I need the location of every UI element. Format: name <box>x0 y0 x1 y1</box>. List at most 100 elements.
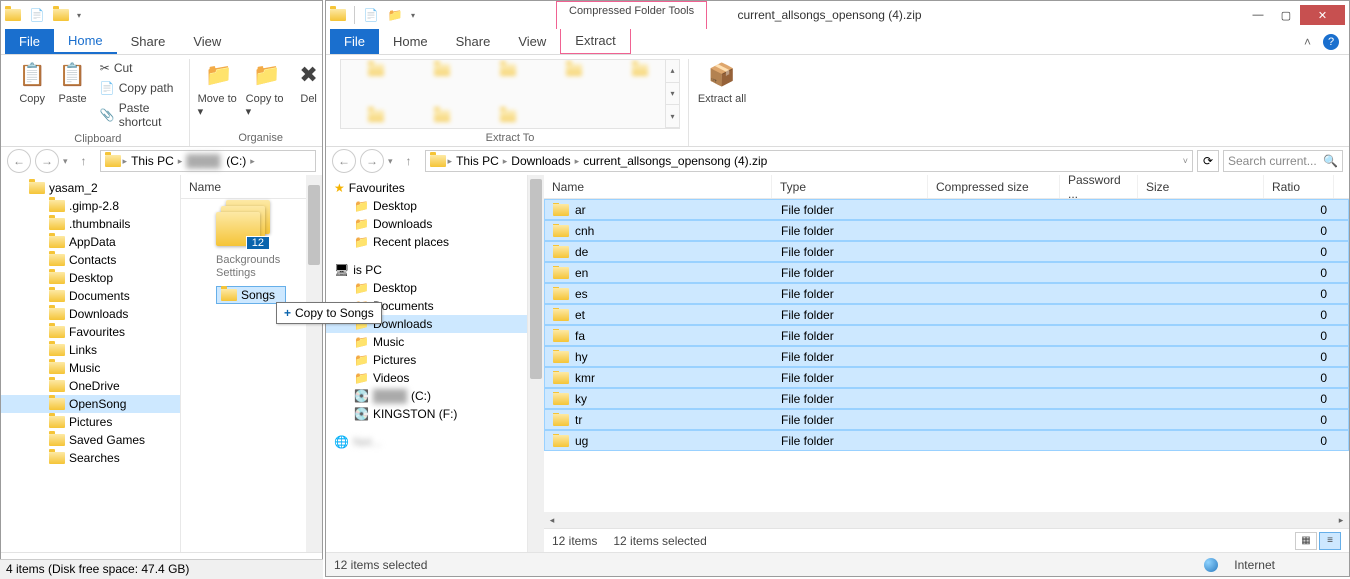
crumb-drive[interactable]: (C:) <box>224 154 248 168</box>
view-thumbnails-button[interactable]: ▦ <box>1295 532 1317 550</box>
breadcrumb-1[interactable]: ▸ This PC ▸ ████ (C:) ▸ <box>100 150 316 172</box>
tree-item[interactable]: OneDrive <box>1 377 180 395</box>
tab-extract[interactable]: Extract <box>560 28 630 54</box>
close-button[interactable]: ✕ <box>1300 5 1345 25</box>
file-row[interactable]: deFile folder0 <box>544 241 1349 262</box>
col-name[interactable]: Name <box>181 175 322 198</box>
nav-fav-item[interactable]: 📁Downloads <box>326 215 527 233</box>
tree-item[interactable]: .gimp-2.8 <box>1 197 180 215</box>
refresh-button[interactable]: ⟳ <box>1197 150 1219 172</box>
forward-button[interactable]: → <box>360 149 384 173</box>
file-row[interactable]: cnhFile folder0 <box>544 220 1349 241</box>
tree-item[interactable]: Music <box>1 359 180 377</box>
tree-item[interactable]: .thumbnails <box>1 215 180 233</box>
tree-item[interactable]: Saved Games <box>1 431 180 449</box>
nav-favourites[interactable]: ★Favourites <box>326 179 527 197</box>
minimize-button[interactable]: — <box>1244 5 1272 25</box>
nav-pane-1[interactable]: yasam_2.gimp-2.8.thumbnailsAppDataContac… <box>1 175 181 552</box>
paste-shortcut-button[interactable]: 📎Paste shortcut <box>96 99 181 131</box>
copy-path-button[interactable]: 📄Copy path <box>96 79 181 97</box>
col-type[interactable]: Type <box>772 175 928 198</box>
maximize-button[interactable]: ▢ <box>1272 5 1300 25</box>
file-row[interactable]: etFile folder0 <box>544 304 1349 325</box>
crumb-zip[interactable]: current_allsongs_opensong (4).zip <box>581 154 769 168</box>
back-button[interactable]: ← <box>332 149 356 173</box>
tree-item[interactable]: yasam_2 <box>1 179 180 197</box>
nav-thispc[interactable]: 🖥is PC <box>326 261 527 279</box>
file-row[interactable]: trFile folder0 <box>544 409 1349 430</box>
qat-folder-icon[interactable] <box>53 7 69 23</box>
crumb-blurred[interactable]: ████ <box>184 154 222 168</box>
qat-dropdown-icon[interactable]: ▾ <box>77 11 81 20</box>
breadcrumb-2[interactable]: ▸ This PC ▸ Downloads ▸ current_allsongs… <box>425 150 1193 172</box>
crumb-downloads[interactable]: Downloads <box>509 154 572 168</box>
back-button[interactable]: ← <box>7 149 31 173</box>
nav-pc-item[interactable]: 📁Music <box>326 333 527 351</box>
up-button[interactable]: ↑ <box>397 149 421 173</box>
new-folder-icon[interactable]: 📁 <box>387 7 403 23</box>
history-dropdown-icon[interactable]: ▾ <box>63 156 68 167</box>
copy-to-button[interactable]: 📁Copy to ▾ <box>246 59 288 118</box>
move-to-button[interactable]: 📁Move to ▾ <box>198 59 240 118</box>
nav-fav-item[interactable]: 📁Desktop <box>326 197 527 215</box>
tree-item[interactable]: Links <box>1 341 180 359</box>
history-dropdown-icon[interactable]: ▾ <box>388 156 393 167</box>
file-row[interactable]: kmrFile folder0 <box>544 367 1349 388</box>
breadcrumb-dropdown-icon[interactable]: ˅ <box>1183 156 1188 166</box>
copy-button[interactable]: 📋Copy <box>15 59 49 105</box>
file-row[interactable]: hyFile folder0 <box>544 346 1349 367</box>
forward-button[interactable]: → <box>35 149 59 173</box>
tab-home[interactable]: Home <box>379 29 442 54</box>
tab-share[interactable]: Share <box>442 29 505 54</box>
tree-item[interactable]: Favourites <box>1 323 180 341</box>
nav-drive-c[interactable]: 💽████ (C:) <box>326 387 527 405</box>
tab-file[interactable]: File <box>330 29 379 54</box>
file-list-2[interactable]: arFile folder0cnhFile folder0deFile fold… <box>544 199 1349 512</box>
tab-file[interactable]: File <box>5 29 54 54</box>
new-folder-icon[interactable]: 📄 <box>29 7 45 23</box>
nav-pc-item[interactable]: 📁Desktop <box>326 279 527 297</box>
tree-item[interactable]: OpenSong <box>1 395 180 413</box>
file-row[interactable]: faFile folder0 <box>544 325 1349 346</box>
file-row[interactable]: esFile folder0 <box>544 283 1349 304</box>
tree-item[interactable]: Desktop <box>1 269 180 287</box>
minimize-ribbon-icon[interactable]: ˄ <box>1304 35 1311 49</box>
crumb-thispc[interactable]: This PC <box>454 154 501 168</box>
tree-item[interactable]: Documents <box>1 287 180 305</box>
nav-network[interactable]: 🌐Net... <box>326 433 527 451</box>
nav-pc-item[interactable]: 📁Videos <box>326 369 527 387</box>
nav-pc-item[interactable]: 📁Pictures <box>326 351 527 369</box>
gallery-scroll[interactable]: ▴▾▾ <box>665 60 679 128</box>
help-icon[interactable]: ? <box>1323 34 1339 50</box>
file-row[interactable]: enFile folder0 <box>544 262 1349 283</box>
h-scrollbar[interactable]: ◂▸ <box>544 512 1349 528</box>
cut-button[interactable]: ✂Cut <box>96 59 181 77</box>
nav-pane-2[interactable]: ★Favourites 📁Desktop📁Downloads📁Recent pl… <box>326 175 528 552</box>
tab-view[interactable]: View <box>504 29 560 54</box>
col-size[interactable]: Size <box>1138 175 1264 198</box>
properties-icon[interactable]: 📄 <box>363 7 379 23</box>
nav-scrollbar[interactable] <box>528 175 544 552</box>
col-csize[interactable]: Compressed size <box>928 175 1060 198</box>
delete-button[interactable]: ✖Del <box>294 59 324 105</box>
search-input[interactable]: Search current... 🔍 <box>1223 150 1343 172</box>
scrollbar-1[interactable] <box>306 175 322 552</box>
up-button[interactable]: ↑ <box>72 149 96 173</box>
view-details-button[interactable]: ≡ <box>1319 532 1341 550</box>
tree-item[interactable]: Downloads <box>1 305 180 323</box>
tab-share[interactable]: Share <box>117 29 180 54</box>
file-row[interactable]: arFile folder0 <box>544 199 1349 220</box>
nav-fav-item[interactable]: 📁Recent places <box>326 233 527 251</box>
crumb-thispc[interactable]: This PC <box>129 154 176 168</box>
col-name[interactable]: Name <box>544 175 772 198</box>
tree-item[interactable]: Searches <box>1 449 180 467</box>
file-row[interactable]: ugFile folder0 <box>544 430 1349 451</box>
file-row[interactable]: kyFile folder0 <box>544 388 1349 409</box>
file-list-1[interactable] <box>181 199 322 552</box>
tree-item[interactable]: Pictures <box>1 413 180 431</box>
tree-item[interactable]: AppData <box>1 233 180 251</box>
tab-view[interactable]: View <box>179 29 235 54</box>
tab-home[interactable]: Home <box>54 29 117 54</box>
nav-drive-kingston[interactable]: 💽KINGSTON (F:) <box>326 405 527 423</box>
paste-button[interactable]: 📋Paste <box>55 59 89 105</box>
